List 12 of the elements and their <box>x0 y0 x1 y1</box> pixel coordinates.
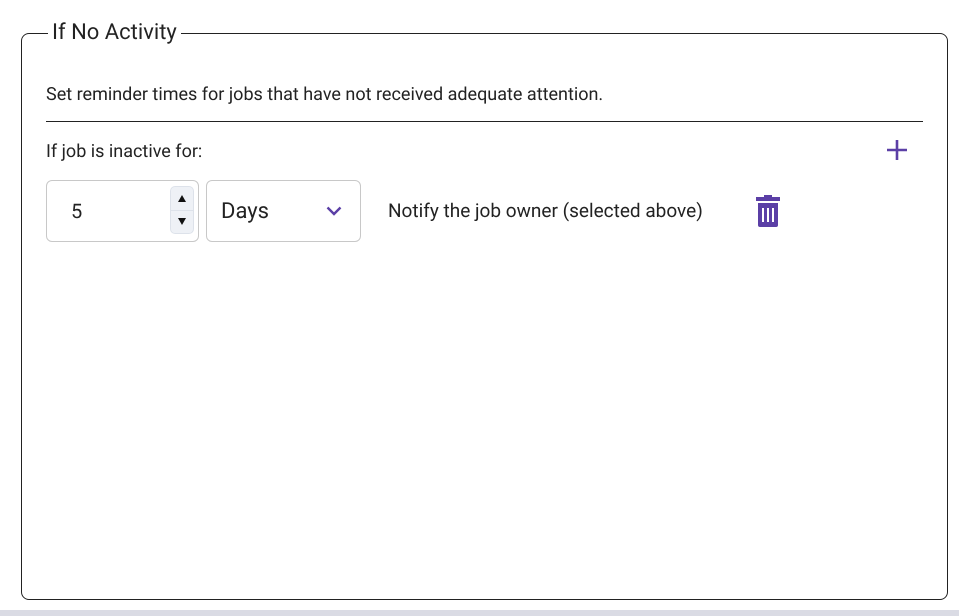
section-title: If No Activity <box>51 20 178 46</box>
add-button[interactable] <box>885 138 909 162</box>
inactive-label: If job is inactive for: <box>46 140 202 164</box>
up-triangle-icon <box>178 194 186 202</box>
delete-button[interactable] <box>754 194 781 228</box>
trash-icon <box>756 195 780 227</box>
action-text: Notify the job owner (selected above) <box>388 198 703 224</box>
chevron-down-icon <box>326 206 342 216</box>
plus-icon <box>886 139 908 161</box>
down-triangle-icon <box>178 218 186 226</box>
description-text: Set reminder times for jobs that have not received adequate attention. <box>46 83 604 107</box>
unit-dropdown[interactable]: Days <box>206 180 361 242</box>
